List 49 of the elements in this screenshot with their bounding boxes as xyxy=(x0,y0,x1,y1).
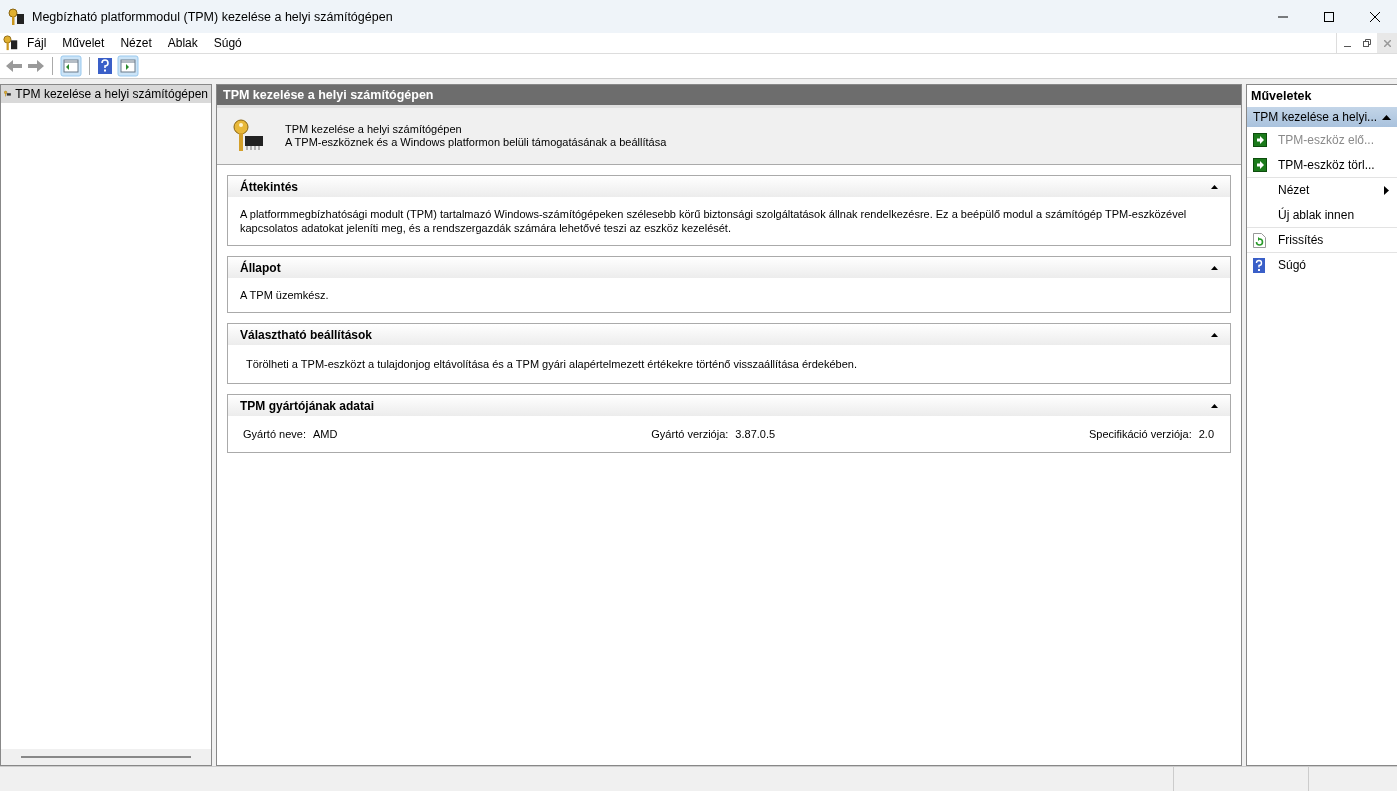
refresh-icon xyxy=(1253,232,1266,248)
menu-item[interactable]: Súgó xyxy=(205,36,250,50)
collapse-icon[interactable] xyxy=(1211,265,1218,270)
field-value: 3.87.0.5 xyxy=(735,428,776,440)
section-title: TPM gyártójának adatai xyxy=(240,398,375,413)
section-title: Áttekintés xyxy=(240,179,298,194)
window-title: Megbízható platformmodul (TPM) kezelése a helyi számítógépen xyxy=(32,9,393,24)
menu-item[interactable]: Nézet xyxy=(112,36,160,50)
action-item[interactable]: Nézet xyxy=(1247,177,1397,202)
back-arrow-icon[interactable] xyxy=(5,59,23,73)
forward-arrow-icon[interactable] xyxy=(27,59,45,73)
collapse-icon[interactable] xyxy=(1211,403,1218,408)
action-pane-icon[interactable] xyxy=(117,55,139,77)
actions-title: Műveletek xyxy=(1250,88,1313,105)
console-tree-icon[interactable] xyxy=(60,55,82,77)
action-item[interactable]: Súgó xyxy=(1247,252,1397,277)
field-value: 2.0 xyxy=(1198,428,1214,440)
field-label: Gyártó verziója: xyxy=(651,428,729,440)
action-item[interactable]: Új ablak innen xyxy=(1247,202,1397,227)
section-text: Törölheti a TPM-eszközt a tulajdonjog eltávolítása és a TPM gyári alapértelmezett értékekre történő visszaállítása érdekében. xyxy=(245,357,858,372)
submenu-arrow-icon xyxy=(1384,185,1389,195)
collapse-icon[interactable] xyxy=(1211,332,1218,337)
section-title: Választható beállítások xyxy=(240,327,373,342)
maximize-icon[interactable] xyxy=(1323,10,1335,23)
key-chip-icon xyxy=(8,7,26,26)
actions-group-header[interactable]: TPM kezelése a helyi... xyxy=(1247,107,1397,127)
action-item[interactable]: TPM-eszköz törl... xyxy=(1247,152,1397,177)
menu-item[interactable]: Művelet xyxy=(54,36,113,50)
collapse-icon[interactable] xyxy=(1211,184,1218,189)
section-text: A TPM üzemkész. xyxy=(239,288,330,303)
collapse-icon[interactable] xyxy=(1382,114,1391,120)
section-title: Állapot xyxy=(240,260,281,275)
menu-item[interactable]: Ablak xyxy=(159,36,206,50)
action-item[interactable]: Frissítés xyxy=(1247,227,1397,252)
field-label: Specifikáció verziója: xyxy=(1089,428,1192,440)
pane-header: TPM kezelése a helyi számítógépen xyxy=(217,85,1241,108)
help-icon[interactable] xyxy=(97,57,113,75)
scrollbar[interactable] xyxy=(1,749,211,765)
field-label: Gyártó neve: xyxy=(243,428,306,440)
field-value: AMD xyxy=(313,428,338,440)
close-icon[interactable] xyxy=(1369,10,1381,23)
key-chip-icon xyxy=(3,35,19,51)
section-text: A platformmegbízhatósági modult (TPM) tartalmazó Windows-számítógépeken szélesebb körű biztonsági szolgáltatások állnak rendelkezésre. Ez a beépülő modul a számítógép TPM-eszközével kapcsolatos adatokat jeleníti meg, és a rendszergazdák számára lehetővé teszi az eszköz kezelését. xyxy=(239,207,1188,236)
tree-item[interactable]: TPM kezelése a helyi számítógépen xyxy=(1,85,211,103)
intro-title: TPM kezelése a helyi számítógépen xyxy=(285,123,463,136)
restore-icon[interactable] xyxy=(1363,39,1371,47)
menu-item[interactable]: Fájl xyxy=(19,36,55,50)
intro-subtitle: A TPM-eszköznek és a Windows platformon belüli támogatásának a beállítása xyxy=(285,136,667,149)
help-icon xyxy=(1253,257,1265,273)
